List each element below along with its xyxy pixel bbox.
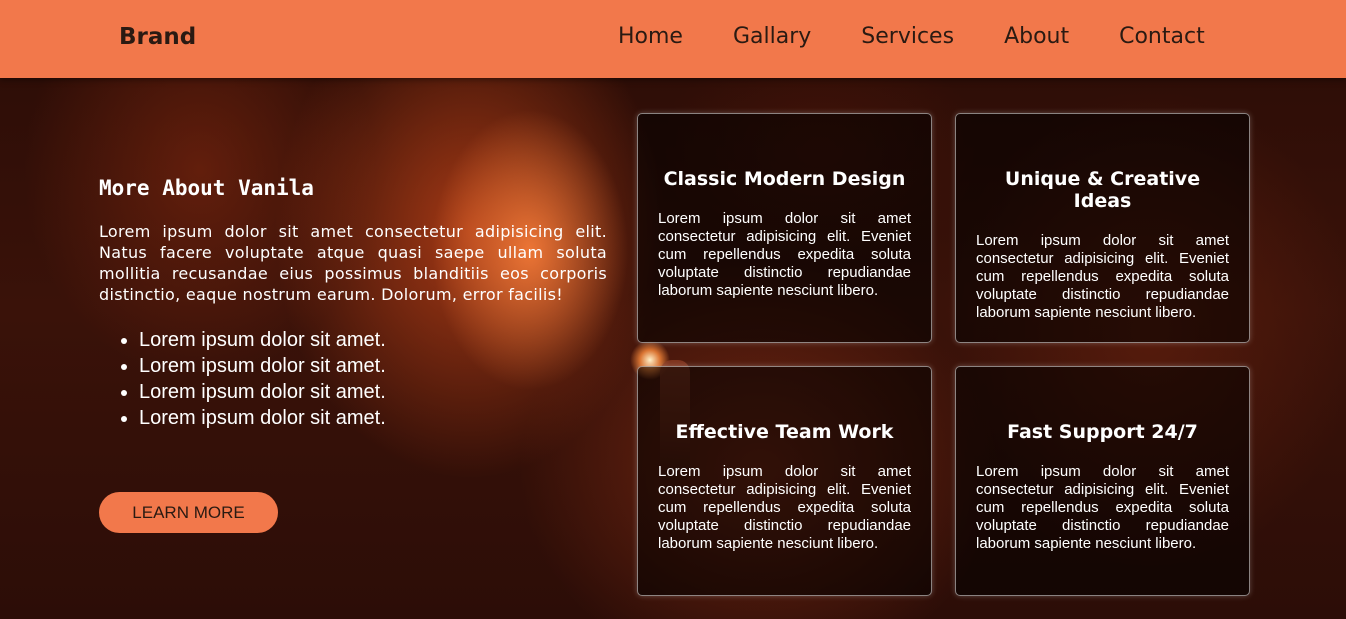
list-item: Lorem ipsum dolor sit amet. <box>139 379 607 405</box>
about-bullet-list: Lorem ipsum dolor sit amet. Lorem ipsum … <box>99 327 607 431</box>
list-item: Lorem ipsum dolor sit amet. <box>139 327 607 353</box>
brand-logo[interactable]: Brand <box>119 24 196 50</box>
card-text: Lorem ipsum dolor sit amet consectetur a… <box>976 232 1229 321</box>
card-text: Lorem ipsum dolor sit amet consectetur a… <box>658 210 911 299</box>
nav-link-gallary[interactable]: Gallary <box>733 24 811 49</box>
list-item: Lorem ipsum dolor sit amet. <box>139 353 607 379</box>
navbar: Brand Home Gallary Services About Contac… <box>0 0 1346 78</box>
nav-link-contact[interactable]: Contact <box>1119 24 1205 49</box>
nav-link-services[interactable]: Services <box>861 24 954 49</box>
feature-card-unique-creative-ideas: Unique & Creative Ideas Lorem ipsum dolo… <box>955 113 1250 343</box>
list-item: Lorem ipsum dolor sit amet. <box>139 405 607 431</box>
card-title: Fast Support 24/7 <box>1007 421 1198 443</box>
learn-more-button[interactable]: LEARN MORE <box>99 492 278 533</box>
nav-link-about[interactable]: About <box>1004 24 1069 49</box>
nav-links: Home Gallary Services About Contact <box>618 24 1255 49</box>
about-paragraph: Lorem ipsum dolor sit amet consectetur a… <box>99 222 607 304</box>
feature-card-classic-modern-design: Classic Modern Design Lorem ipsum dolor … <box>637 113 932 343</box>
feature-card-fast-support: Fast Support 24/7 Lorem ipsum dolor sit … <box>955 366 1250 596</box>
about-title: More About Vanila <box>99 176 314 200</box>
feature-card-effective-team-work: Effective Team Work Lorem ipsum dolor si… <box>637 366 932 596</box>
card-title: Effective Team Work <box>675 421 894 443</box>
card-text: Lorem ipsum dolor sit amet consectetur a… <box>658 463 911 552</box>
card-text: Lorem ipsum dolor sit amet consectetur a… <box>976 463 1229 552</box>
card-title: Classic Modern Design <box>663 168 906 190</box>
card-title: Unique & Creative Ideas <box>1004 168 1201 212</box>
about-section: More About Vanila Lorem ipsum dolor sit … <box>99 176 607 431</box>
nav-link-home[interactable]: Home <box>618 24 683 49</box>
